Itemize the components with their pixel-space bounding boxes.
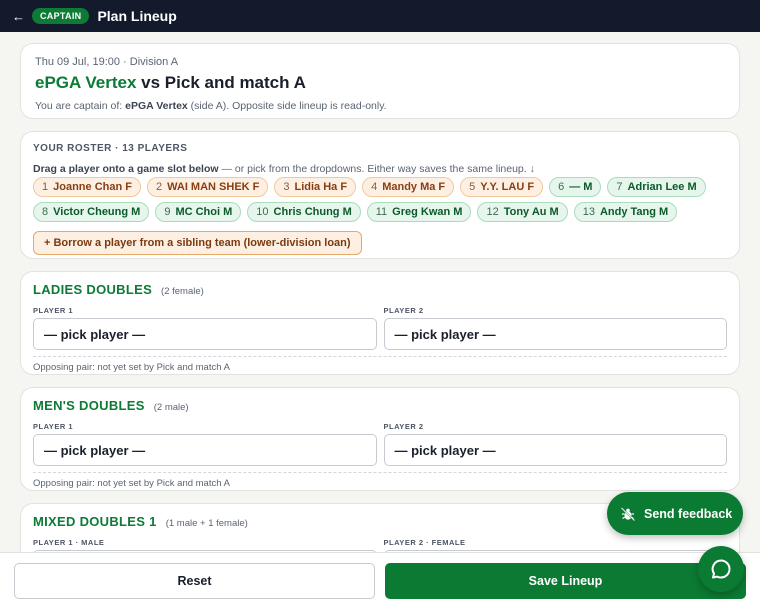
roster-card: YOUR ROSTER · 13 PLAYERS Drag a player o… — [20, 131, 740, 259]
borrow-player-button[interactable]: + Borrow a player from a sibling team (l… — [33, 231, 362, 255]
bug-icon — [620, 506, 636, 522]
player-number: 13 — [582, 206, 595, 218]
player-2-select[interactable]: — pick player — — [383, 318, 727, 350]
player-name: MC Choi M — [175, 206, 233, 218]
captain-note: You are captain of: ePGA Vertex (side A)… — [35, 100, 725, 112]
player-name: Chris Chung M — [273, 206, 352, 218]
player-name: Mandy Ma F — [382, 181, 446, 193]
player-name: Greg Kwan M — [392, 206, 463, 218]
player-chip[interactable]: 2 WAI MAN SHEK F — [146, 177, 269, 197]
player-number: 8 — [42, 206, 49, 218]
player-chip[interactable]: 9 MC Choi M — [155, 202, 242, 222]
note-suffix: (side A). Opposite side lineup is read-o… — [187, 100, 387, 112]
chat-button[interactable] — [698, 546, 744, 592]
game-requirement: (1 male + 1 female) — [165, 518, 248, 529]
slot-label: PLAYER 2 — [383, 306, 424, 315]
back-arrow-icon[interactable]: ← — [12, 9, 25, 24]
player-number: 9 — [164, 206, 171, 218]
slot-label: PLAYER 2 — [383, 422, 424, 431]
game-requirement: (2 female) — [161, 286, 204, 297]
player-chip[interactable]: 6 — M — [549, 177, 602, 197]
player-name: Victor Cheung M — [53, 206, 141, 218]
player-number: 4 — [371, 181, 378, 193]
player-number: 10 — [256, 206, 269, 218]
slot-label: PLAYER 1 · MALE — [33, 538, 105, 547]
match-title: ePGA Vertex vs Pick and match A — [35, 73, 725, 93]
player-name: WAI MAN SHEK F — [167, 181, 260, 193]
roster-hint-rest: — or pick from the dropdowns. Either way… — [218, 163, 535, 175]
player-chip[interactable]: 8 Victor Cheung M — [33, 202, 150, 222]
reset-button[interactable]: Reset — [14, 563, 375, 599]
player-chip[interactable]: 13 Andy Tang M — [573, 202, 678, 222]
player-number: 2 — [155, 181, 163, 193]
player-chip[interactable]: 1 Joanne Chan F — [33, 177, 141, 197]
player-chip[interactable]: 10 Chris Chung M — [247, 202, 361, 222]
player-name: Andy Tang M — [599, 206, 669, 218]
captain-badge: CAPTAIN — [32, 8, 90, 24]
game-card-ladies-doubles: LADIES DOUBLES (2 female) PLAYER 1 — pic… — [20, 271, 740, 375]
player-number: 5 — [469, 181, 476, 193]
player-1-select[interactable]: — pick player — — [33, 318, 377, 350]
note-prefix: You are captain of: — [35, 100, 126, 112]
versus-text: vs Pick and match A — [141, 73, 306, 92]
page-title: Plan Lineup — [97, 8, 177, 24]
game-title: MEN'S DOUBLES — [33, 398, 145, 413]
player-2-select[interactable]: — pick player — — [383, 434, 727, 466]
player-chip[interactable]: 12 Tony Au M — [477, 202, 568, 222]
game-title: MIXED DOUBLES 1 — [33, 514, 157, 529]
match-card: Thu 09 Jul, 19:00 · Division A ePGA Vert… — [20, 43, 740, 119]
player-chip[interactable]: 3 Lidia Ha F — [274, 177, 357, 197]
send-feedback-button[interactable]: Send feedback — [607, 492, 743, 535]
bottom-action-bar: Reset Save Lineup — [0, 552, 760, 608]
match-meta: Thu 09 Jul, 19:00 · Division A — [35, 56, 179, 68]
player-chip[interactable]: 5 Y.Y. LAU F — [460, 177, 544, 197]
player-name: Tony Au M — [503, 206, 559, 218]
player-1-select[interactable]: — pick player — — [33, 434, 377, 466]
player-name: Joanne Chan F — [53, 181, 132, 193]
slot-label: PLAYER 2 · FEMALE — [383, 538, 466, 547]
player-number: 3 — [283, 181, 290, 193]
opposing-pair-note: Opposing pair: not yet set by Pick and m… — [33, 356, 727, 373]
player-chip[interactable]: 7 Adrian Lee M — [607, 177, 706, 197]
player-number: 7 — [616, 181, 623, 193]
save-lineup-button[interactable]: Save Lineup — [385, 563, 746, 599]
player-chip[interactable]: 11 Greg Kwan M — [366, 202, 472, 222]
roster-heading: YOUR ROSTER · 13 PLAYERS — [33, 143, 188, 154]
player-number: 1 — [42, 181, 49, 193]
game-requirement: (2 male) — [153, 402, 189, 413]
player-name: Adrian Lee M — [627, 181, 697, 193]
player-chip-list: 1 Joanne Chan F 2 WAI MAN SHEK F 3 Lidia Ha F… — [33, 177, 727, 222]
slot-label: PLAYER 1 — [33, 306, 73, 315]
roster-hint-bold: Drag a player onto a game slot below — [33, 163, 219, 175]
send-feedback-label: Send feedback — [644, 506, 733, 521]
player-number: 12 — [486, 206, 499, 218]
roster-hint: Drag a player onto a game slot below — o… — [33, 163, 727, 175]
slot-label: PLAYER 1 — [33, 422, 73, 431]
player-number: 6 — [558, 181, 565, 193]
game-title: LADIES DOUBLES — [33, 282, 153, 297]
chat-bubble-icon — [710, 558, 732, 580]
player-chip[interactable]: 4 Mandy Ma F — [362, 177, 455, 197]
top-bar: ← CAPTAIN Plan Lineup — [0, 0, 760, 32]
home-team-name: ePGA Vertex — [35, 73, 137, 92]
player-name: — M — [569, 181, 593, 193]
player-name: Y.Y. LAU F — [480, 181, 535, 193]
player-number: 11 — [375, 206, 388, 218]
game-card-mens-doubles: MEN'S DOUBLES (2 male) PLAYER 1 — pick p… — [20, 387, 740, 491]
player-name: Lidia Ha F — [294, 181, 348, 193]
opposing-pair-note: Opposing pair: not yet set by Pick and m… — [33, 472, 727, 489]
note-team: ePGA Vertex — [125, 100, 188, 112]
